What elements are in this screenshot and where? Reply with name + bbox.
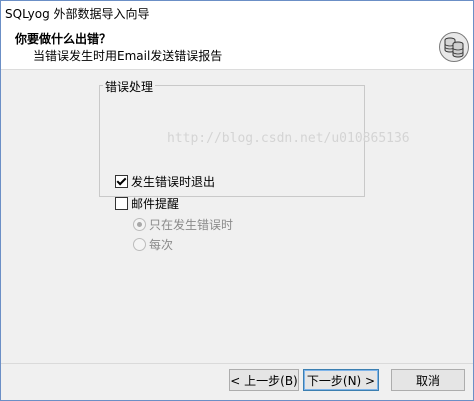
- title-bar: SQLyog 外部数据导入向导: [1, 1, 473, 23]
- radio-selected-icon: [133, 218, 146, 231]
- email-alert-label: 邮件提醒: [131, 197, 180, 211]
- radio-only-on-error: 只在发生错误时: [133, 216, 233, 233]
- checkbox-unchecked-icon[interactable]: [115, 197, 128, 210]
- database-icon: [439, 32, 469, 62]
- radio-every-time: 每次: [133, 236, 173, 253]
- header-subtitle: 当错误发生时用Email发送错误报告: [33, 49, 223, 63]
- radio-only-on-error-label: 只在发生错误时: [149, 218, 234, 232]
- window-title: SQLyog 外部数据导入向导: [5, 7, 150, 21]
- cancel-button[interactable]: 取消: [391, 369, 465, 391]
- wizard-window: SQLyog 外部数据导入向导 你要做什么出错？ 当错误发生时用Email发送错…: [0, 0, 474, 401]
- exit-on-error-label: 发生错误时退出: [131, 175, 216, 189]
- back-button[interactable]: < 上一步(B): [229, 369, 299, 391]
- next-button[interactable]: 下一步(N) >: [303, 369, 379, 391]
- radio-every-time-label: 每次: [149, 238, 174, 252]
- watermark: http://blog.csdn.net/u010865136: [167, 131, 410, 146]
- footer-divider: [1, 363, 473, 364]
- header-title: 你要做什么出错？: [15, 32, 112, 46]
- email-alert-checkbox[interactable]: 邮件提醒: [115, 195, 179, 212]
- error-handling-label: 错误处理: [103, 78, 156, 95]
- radio-unselected-icon: [133, 238, 146, 251]
- checkbox-checked-icon[interactable]: [115, 175, 128, 188]
- wizard-header: 你要做什么出错？ 当错误发生时用Email发送错误报告: [1, 23, 473, 70]
- exit-on-error-checkbox[interactable]: 发生错误时退出: [115, 173, 215, 190]
